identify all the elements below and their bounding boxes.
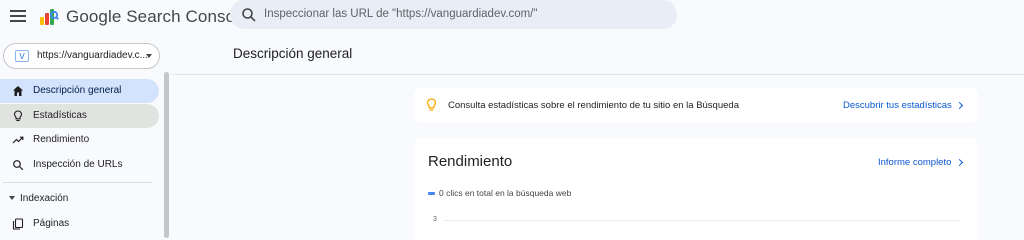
property-selector[interactable]: V https://vanguardiadev.c... (3, 43, 160, 69)
insights-card: Consulta estadísticas sobre el rendimien… (414, 88, 978, 123)
caret-down-icon (146, 54, 152, 58)
insights-message: Consulta estadísticas sobre el rendimien… (448, 100, 739, 111)
sidebar-item-paginas[interactable]: Páginas (0, 212, 159, 236)
search-console-logo-icon[interactable] (39, 6, 59, 26)
sidebar-item-rendimiento[interactable]: Rendimiento (0, 128, 159, 152)
search-icon (242, 8, 256, 22)
sidebar-item-label: Estadísticas (33, 110, 87, 121)
performance-card: Rendimiento Informe completo 0 clics en … (414, 138, 978, 240)
lightbulb-icon (426, 98, 437, 111)
discover-insights-link[interactable]: Descubrir tus estadísticas (843, 100, 952, 111)
sidebar-scrollbar[interactable] (164, 72, 169, 238)
url-inspection-search[interactable]: Inspeccionar las URL de "https://vanguar… (230, 0, 677, 29)
chevron-right-icon[interactable] (955, 158, 964, 167)
search-input[interactable]: Inspeccionar las URL de "https://vanguar… (264, 8, 537, 20)
sidebar-item-label: Páginas (33, 218, 70, 229)
header-divider (171, 74, 1024, 75)
sidebar-section-label: Indexación (20, 193, 69, 204)
sidebar-item-label: Descripción general (33, 85, 122, 96)
pages-icon (12, 218, 24, 230)
sidebar-item-inspeccion-de-urls[interactable]: Inspección de URLs (0, 153, 159, 177)
sidebar-section-indexacion[interactable]: Indexación (0, 189, 159, 209)
full-report-link[interactable]: Informe completo (878, 157, 951, 168)
trending-up-icon (12, 136, 24, 144)
menu-icon-bar (10, 20, 26, 22)
menu-icon-bar (10, 10, 26, 12)
lightbulb-icon (13, 110, 23, 122)
sidebar-item-label: Inspección de URLs (33, 159, 123, 170)
chevron-right-icon[interactable] (955, 101, 964, 110)
performance-title: Rendimiento (428, 153, 513, 170)
sidebar-item-label: Rendimiento (33, 134, 90, 145)
chart-gridline (444, 220, 960, 221)
legend-swatch (428, 192, 435, 195)
y-axis-tick: 3 (433, 216, 437, 223)
sidebar-item-estadisticas[interactable]: Estadísticas (0, 104, 159, 128)
sidebar-divider (3, 182, 152, 183)
main-menu-button[interactable] (10, 6, 28, 26)
page-title: Descripción general (233, 46, 353, 61)
home-icon (13, 86, 23, 96)
property-favicon-icon: V (15, 50, 29, 62)
menu-icon-bar (10, 15, 26, 17)
property-label: https://vanguardiadev.c... (37, 50, 148, 61)
legend-label: 0 clics en total en la búsqueda web (439, 188, 572, 198)
sidebar-item-descripcion-general[interactable]: Descripción general (0, 79, 159, 103)
app-title[interactable]: Google Search Console (66, 7, 249, 27)
caret-down-icon (9, 196, 15, 200)
search-icon (13, 160, 24, 171)
